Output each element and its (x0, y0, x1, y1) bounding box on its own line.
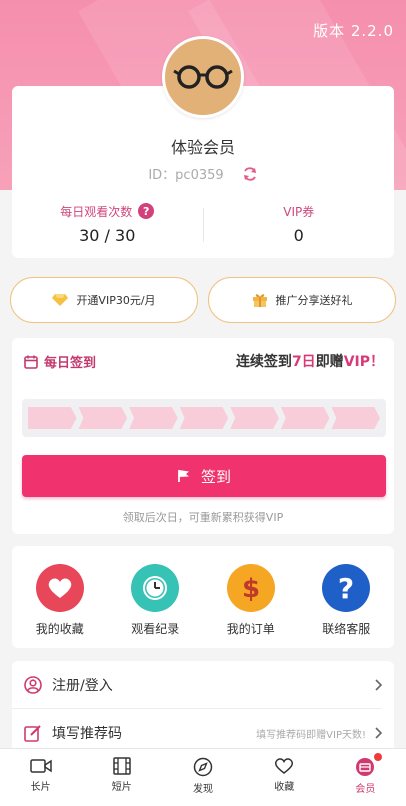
heart-icon (35, 564, 84, 612)
flag-icon (178, 470, 189, 482)
tab-label: 会员 (355, 784, 376, 795)
signin-button[interactable]: 签到 (22, 455, 386, 497)
tab-label: 长片 (30, 782, 51, 793)
menu-item-hint: 填写推荐码即赠VIP天数! (256, 729, 366, 741)
help-icon[interactable]: ? (138, 203, 155, 219)
signin-note: 领取后次日，可重新累积获得VIP (122, 511, 284, 524)
share-gift-label: 推广分享送好礼 (275, 294, 353, 307)
signin-title: 每日签到 (44, 356, 97, 371)
promo-vip: VIP！ (343, 354, 384, 370)
menu-item-label: 填写推荐码 (52, 726, 122, 742)
open-vip-button[interactable]: 开通VIP30元/月 (10, 277, 198, 323)
chevron-right-icon (375, 727, 382, 739)
tab-label: 发现 (193, 784, 213, 795)
tab-short-videos[interactable]: 短片 (81, 749, 162, 806)
tab-long-videos[interactable]: 长片 (0, 749, 81, 806)
quick-links: 我的收藏 观看纪录 $ 我的订单 ? 联络客服 (12, 546, 394, 648)
username: 体验会员 (170, 138, 235, 157)
avatar[interactable] (162, 36, 244, 118)
promo-mid: 即赠 (315, 354, 344, 370)
promo-days: 7日 (291, 354, 316, 370)
quick-link-history[interactable]: 观看纪录 (108, 546, 204, 648)
video-camera-icon (29, 759, 52, 773)
daily-watch-stat: 每日观看次数 ? 30 / 30 (12, 200, 203, 250)
signin-progress-step (179, 407, 229, 429)
tab-member[interactable]: 会员 (325, 749, 406, 806)
signin-progress-step (230, 407, 279, 429)
vip-coupon-value: 0 (293, 226, 304, 245)
question-icon: ? (322, 564, 371, 612)
user-id-row: ID：pc0359 (12, 164, 394, 183)
quick-link-favorites[interactable]: 我的收藏 (12, 546, 108, 648)
clock-icon (131, 564, 180, 612)
daily-watch-value: 30 / 30 (79, 226, 136, 245)
signin-progress-step (280, 407, 330, 429)
compass-icon (193, 757, 213, 777)
gift-icon (252, 294, 267, 307)
quick-link-orders[interactable]: $ 我的订单 (203, 546, 299, 648)
signin-progress-step (129, 407, 178, 429)
edit-icon (24, 725, 41, 742)
member-icon (356, 758, 375, 776)
signin-progress-step (331, 407, 381, 429)
calendar-icon (24, 355, 38, 369)
open-vip-label: 开通VIP30元/月 (76, 294, 156, 307)
bottom-tab-bar: 长片 短片 发现 收藏 会员 (0, 748, 406, 806)
menu-divider (12, 708, 382, 709)
signin-promo: 连续签到7日即赠VIP！ (236, 351, 384, 371)
signin-progress-step (28, 407, 77, 429)
tab-discover[interactable]: 发现 (162, 749, 243, 806)
vip-coupon-stat[interactable]: VIP券 0 (204, 200, 395, 250)
promo-prefix: 连续签到 (235, 354, 292, 370)
signin-progress-track (22, 399, 386, 437)
film-icon (113, 757, 131, 775)
share-gift-button[interactable]: 推广分享送好礼 (208, 277, 396, 323)
svg-text:$: $ (242, 574, 260, 603)
diamond-icon (52, 294, 69, 306)
tab-label: 收藏 (274, 782, 295, 793)
quick-link-support[interactable]: ? 联络客服 (299, 546, 395, 648)
chevron-right-icon (375, 679, 382, 691)
quick-link-label: 我的收藏 (35, 622, 84, 636)
quick-link-label: 我的订单 (226, 622, 275, 636)
quick-link-label: 观看纪录 (131, 622, 180, 636)
tab-favorites[interactable]: 收藏 (244, 749, 325, 806)
menu-item-register-login[interactable]: 注册/登入 (12, 661, 394, 709)
menu-list: 注册/登入 填写推荐码 填写推荐码即赠VIP天数! (12, 661, 394, 757)
svg-text:?: ? (338, 573, 354, 603)
heart-outline-icon (275, 758, 294, 774)
signin-progress-step (78, 407, 128, 429)
daily-watch-label: 每日观看次数 (60, 204, 133, 219)
version-text: 版本 2.2.0 (313, 22, 394, 40)
glasses-icon (173, 65, 233, 89)
stats-row: 每日观看次数 ? 30 / 30 VIP券 0 (12, 200, 394, 250)
vip-coupon-label: VIP券 (283, 204, 315, 219)
dollar-icon: $ (226, 564, 275, 612)
user-id: ID：pc0359 (148, 168, 224, 183)
signin-header: 每日签到 (24, 352, 96, 371)
menu-item-label: 注册/登入 (52, 678, 113, 694)
signin-button-label: 签到 (200, 467, 231, 486)
tab-label: 短片 (111, 782, 132, 793)
refresh-icon[interactable] (242, 166, 258, 182)
user-icon (24, 676, 42, 694)
quick-link-label: 联络客服 (322, 622, 371, 636)
notification-dot (373, 753, 382, 761)
